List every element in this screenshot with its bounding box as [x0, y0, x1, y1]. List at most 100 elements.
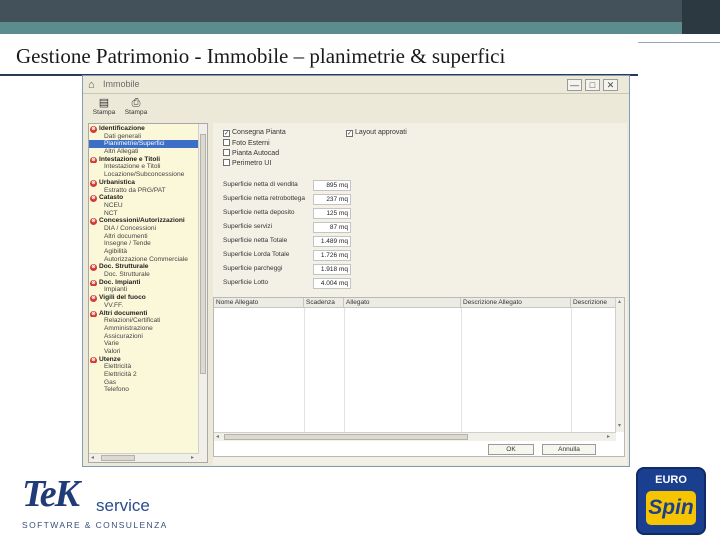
- column-header-scadenza[interactable]: Scadenza: [304, 298, 344, 308]
- tree-item[interactable]: NCT: [89, 210, 199, 218]
- scroll-right-icon[interactable]: ▸: [191, 455, 194, 462]
- collapse-icon[interactable]: ⊗: [90, 179, 97, 187]
- tree-category[interactable]: ⊗ Catasto: [89, 194, 199, 202]
- column-header-descrizione-allegato[interactable]: Descrizione Allegato: [461, 298, 571, 308]
- collapse-icon[interactable]: ⊗: [90, 310, 97, 318]
- collapse-icon[interactable]: ⊗: [90, 195, 97, 202]
- collapse-icon[interactable]: ⊗: [90, 356, 97, 364]
- tree-category[interactable]: ⊗ Altri documenti: [89, 310, 199, 318]
- tree-vertical-scroll-thumb[interactable]: [200, 134, 206, 374]
- tree-item[interactable]: Intestazione e Titoli: [89, 163, 199, 171]
- maximize-button[interactable]: □: [585, 79, 600, 91]
- scroll-left-icon[interactable]: ◂: [91, 455, 94, 462]
- column-header-descrizione[interactable]: Descrizione: [571, 298, 617, 308]
- tree-horizontal-scrollbar[interactable]: ◂ ▸: [89, 453, 199, 462]
- checkbox-layout-approvati[interactable]: ✓ Layout approvati: [346, 129, 407, 137]
- checkbox-foto-esterni[interactable]: Foto Esterni: [223, 139, 270, 147]
- field-value-input[interactable]: 125 mq: [313, 208, 351, 219]
- tree-item[interactable]: Elettricità: [89, 363, 199, 371]
- tree-item[interactable]: Estratto da PRG/PAT: [89, 187, 199, 195]
- tree-category[interactable]: ⊗ Concessioni/Autorizzazioni: [89, 217, 199, 225]
- collapse-icon[interactable]: ⊗: [90, 126, 97, 133]
- tree-item[interactable]: Telefono: [89, 386, 199, 394]
- tree-item[interactable]: Dati generali: [89, 133, 199, 141]
- field-value-input[interactable]: 237 mq: [313, 194, 351, 205]
- tree-item[interactable]: Altri Allegati: [89, 148, 199, 156]
- checkbox-icon[interactable]: [223, 159, 230, 166]
- tree-item[interactable]: Planimetrie/Superfici: [89, 140, 199, 149]
- tree-item[interactable]: NCEU: [89, 202, 199, 210]
- tree-item[interactable]: Insegne / Tende: [89, 240, 199, 248]
- field-value-input[interactable]: 4.004 mq: [313, 278, 351, 289]
- checkbox-pianta-autocad[interactable]: Pianta Autocad: [223, 149, 279, 157]
- field-value-input[interactable]: 1.726 mq: [313, 250, 351, 261]
- tree-item[interactable]: VV.FF.: [89, 302, 199, 310]
- tree-item[interactable]: Amministrazione: [89, 325, 199, 333]
- field-value-input[interactable]: 1.918 mq: [313, 264, 351, 275]
- collapse-icon[interactable]: ⊗: [90, 295, 97, 302]
- checkbox-perimetro-ui[interactable]: Perimetro UI: [223, 159, 271, 167]
- cancel-button[interactable]: Annulla: [542, 444, 596, 455]
- tree-item[interactable]: Altri documenti: [89, 233, 199, 241]
- tree-category[interactable]: ⊗ Doc. Strutturale: [89, 263, 199, 272]
- tree-category[interactable]: ⊗ Utenze: [89, 356, 199, 364]
- ok-button[interactable]: OK: [488, 444, 534, 455]
- tree-horizontal-scroll-thumb[interactable]: [101, 455, 135, 461]
- tree-item[interactable]: Doc. Strutturale: [89, 271, 199, 279]
- tree-item[interactable]: Gas: [89, 379, 199, 387]
- grid-horizontal-scrollbar[interactable]: ◂ ▸: [214, 432, 616, 441]
- grid-vertical-scrollbar[interactable]: ▴ ▾: [615, 298, 624, 432]
- checkbox-checked-icon[interactable]: ✓: [223, 130, 230, 137]
- tree-item-label: Planimetrie/Superfici: [104, 140, 165, 148]
- tree-category[interactable]: ⊗ Intestazione e Titoli: [89, 156, 199, 164]
- tree-item[interactable]: Assicurazioni: [89, 333, 199, 341]
- tree-item[interactable]: Impianti: [89, 286, 199, 294]
- checkbox-icon[interactable]: [223, 149, 230, 156]
- tree-item-label: Doc. Strutturale: [99, 263, 149, 271]
- title-rule-right: [638, 42, 720, 43]
- minimize-button[interactable]: —: [567, 79, 582, 91]
- column-header-allegato[interactable]: Allegato: [344, 298, 461, 308]
- field-superficie-vendita: Superficie netta di vendita 895 mq: [223, 180, 423, 192]
- attachments-grid: Nome Allegato Scadenza Allegato Descrizi…: [213, 297, 625, 457]
- collapse-icon[interactable]: ⊗: [90, 264, 97, 272]
- scroll-up-icon[interactable]: ▴: [618, 299, 621, 306]
- tree-category[interactable]: ⊗ Doc. Impianti: [89, 279, 199, 287]
- column-header-nome-allegato[interactable]: Nome Allegato: [214, 298, 304, 308]
- scroll-right-icon[interactable]: ▸: [607, 434, 610, 441]
- tree-item-label: Urbanistica: [99, 178, 135, 186]
- tree-category[interactable]: ⊗ Vigili del fuoco: [89, 294, 199, 302]
- field-value-input[interactable]: 87 mq: [313, 222, 351, 233]
- field-value-input[interactable]: 1.489 mq: [313, 236, 351, 247]
- tree-item-label: Elettricità 2: [104, 371, 137, 378]
- tree-item[interactable]: Varie: [89, 340, 199, 348]
- tree-item-label: Autorizzazione Commerciale: [104, 255, 188, 263]
- field-value-input[interactable]: 895 mq: [313, 180, 351, 191]
- print-button[interactable]: ▤ Stampa: [89, 97, 119, 121]
- tree-item[interactable]: DIA / Concessioni: [89, 225, 199, 233]
- checkbox-consegna-pianta[interactable]: ✓ Consegna Pianta: [223, 129, 286, 137]
- tree-item[interactable]: Valori: [89, 348, 199, 356]
- checkbox-checked-icon[interactable]: ✓: [346, 130, 353, 137]
- scroll-down-icon[interactable]: ▾: [618, 423, 621, 430]
- grid-horizontal-scroll-thumb[interactable]: [224, 434, 468, 440]
- grid-header: Nome Allegato Scadenza Allegato Descrizi…: [214, 298, 624, 308]
- tree-item[interactable]: Relazioni/Certificati: [89, 317, 199, 325]
- tree-category[interactable]: ⊗ Urbanistica: [89, 179, 199, 187]
- tree-item[interactable]: Elettricità 2: [89, 371, 199, 379]
- scroll-left-icon[interactable]: ◂: [216, 434, 219, 441]
- checkbox-icon[interactable]: [223, 139, 230, 146]
- tree-item[interactable]: Agibilità: [89, 248, 199, 256]
- tree-item[interactable]: Locazione/Subconcessione: [89, 171, 199, 179]
- collapse-icon[interactable]: ⊗: [90, 279, 97, 287]
- collapse-icon[interactable]: ⊗: [90, 156, 97, 164]
- tree-vertical-scrollbar[interactable]: [198, 124, 207, 462]
- tree-item[interactable]: Autorizzazione Commerciale: [89, 256, 199, 264]
- tree-category[interactable]: ⊗ Identificazione: [89, 125, 199, 133]
- field-superficie-parcheggi: Superficie parcheggi 1.918 mq: [223, 264, 423, 276]
- collapse-icon[interactable]: ⊗: [90, 218, 97, 225]
- checkbox-label: Foto Esterni: [232, 140, 270, 147]
- field-superficie-retrobottega: Superficie netta retrobottega 237 mq: [223, 194, 423, 206]
- close-button[interactable]: ✕: [603, 79, 618, 91]
- print-preview-button[interactable]: ⎙ Stampa: [121, 97, 151, 121]
